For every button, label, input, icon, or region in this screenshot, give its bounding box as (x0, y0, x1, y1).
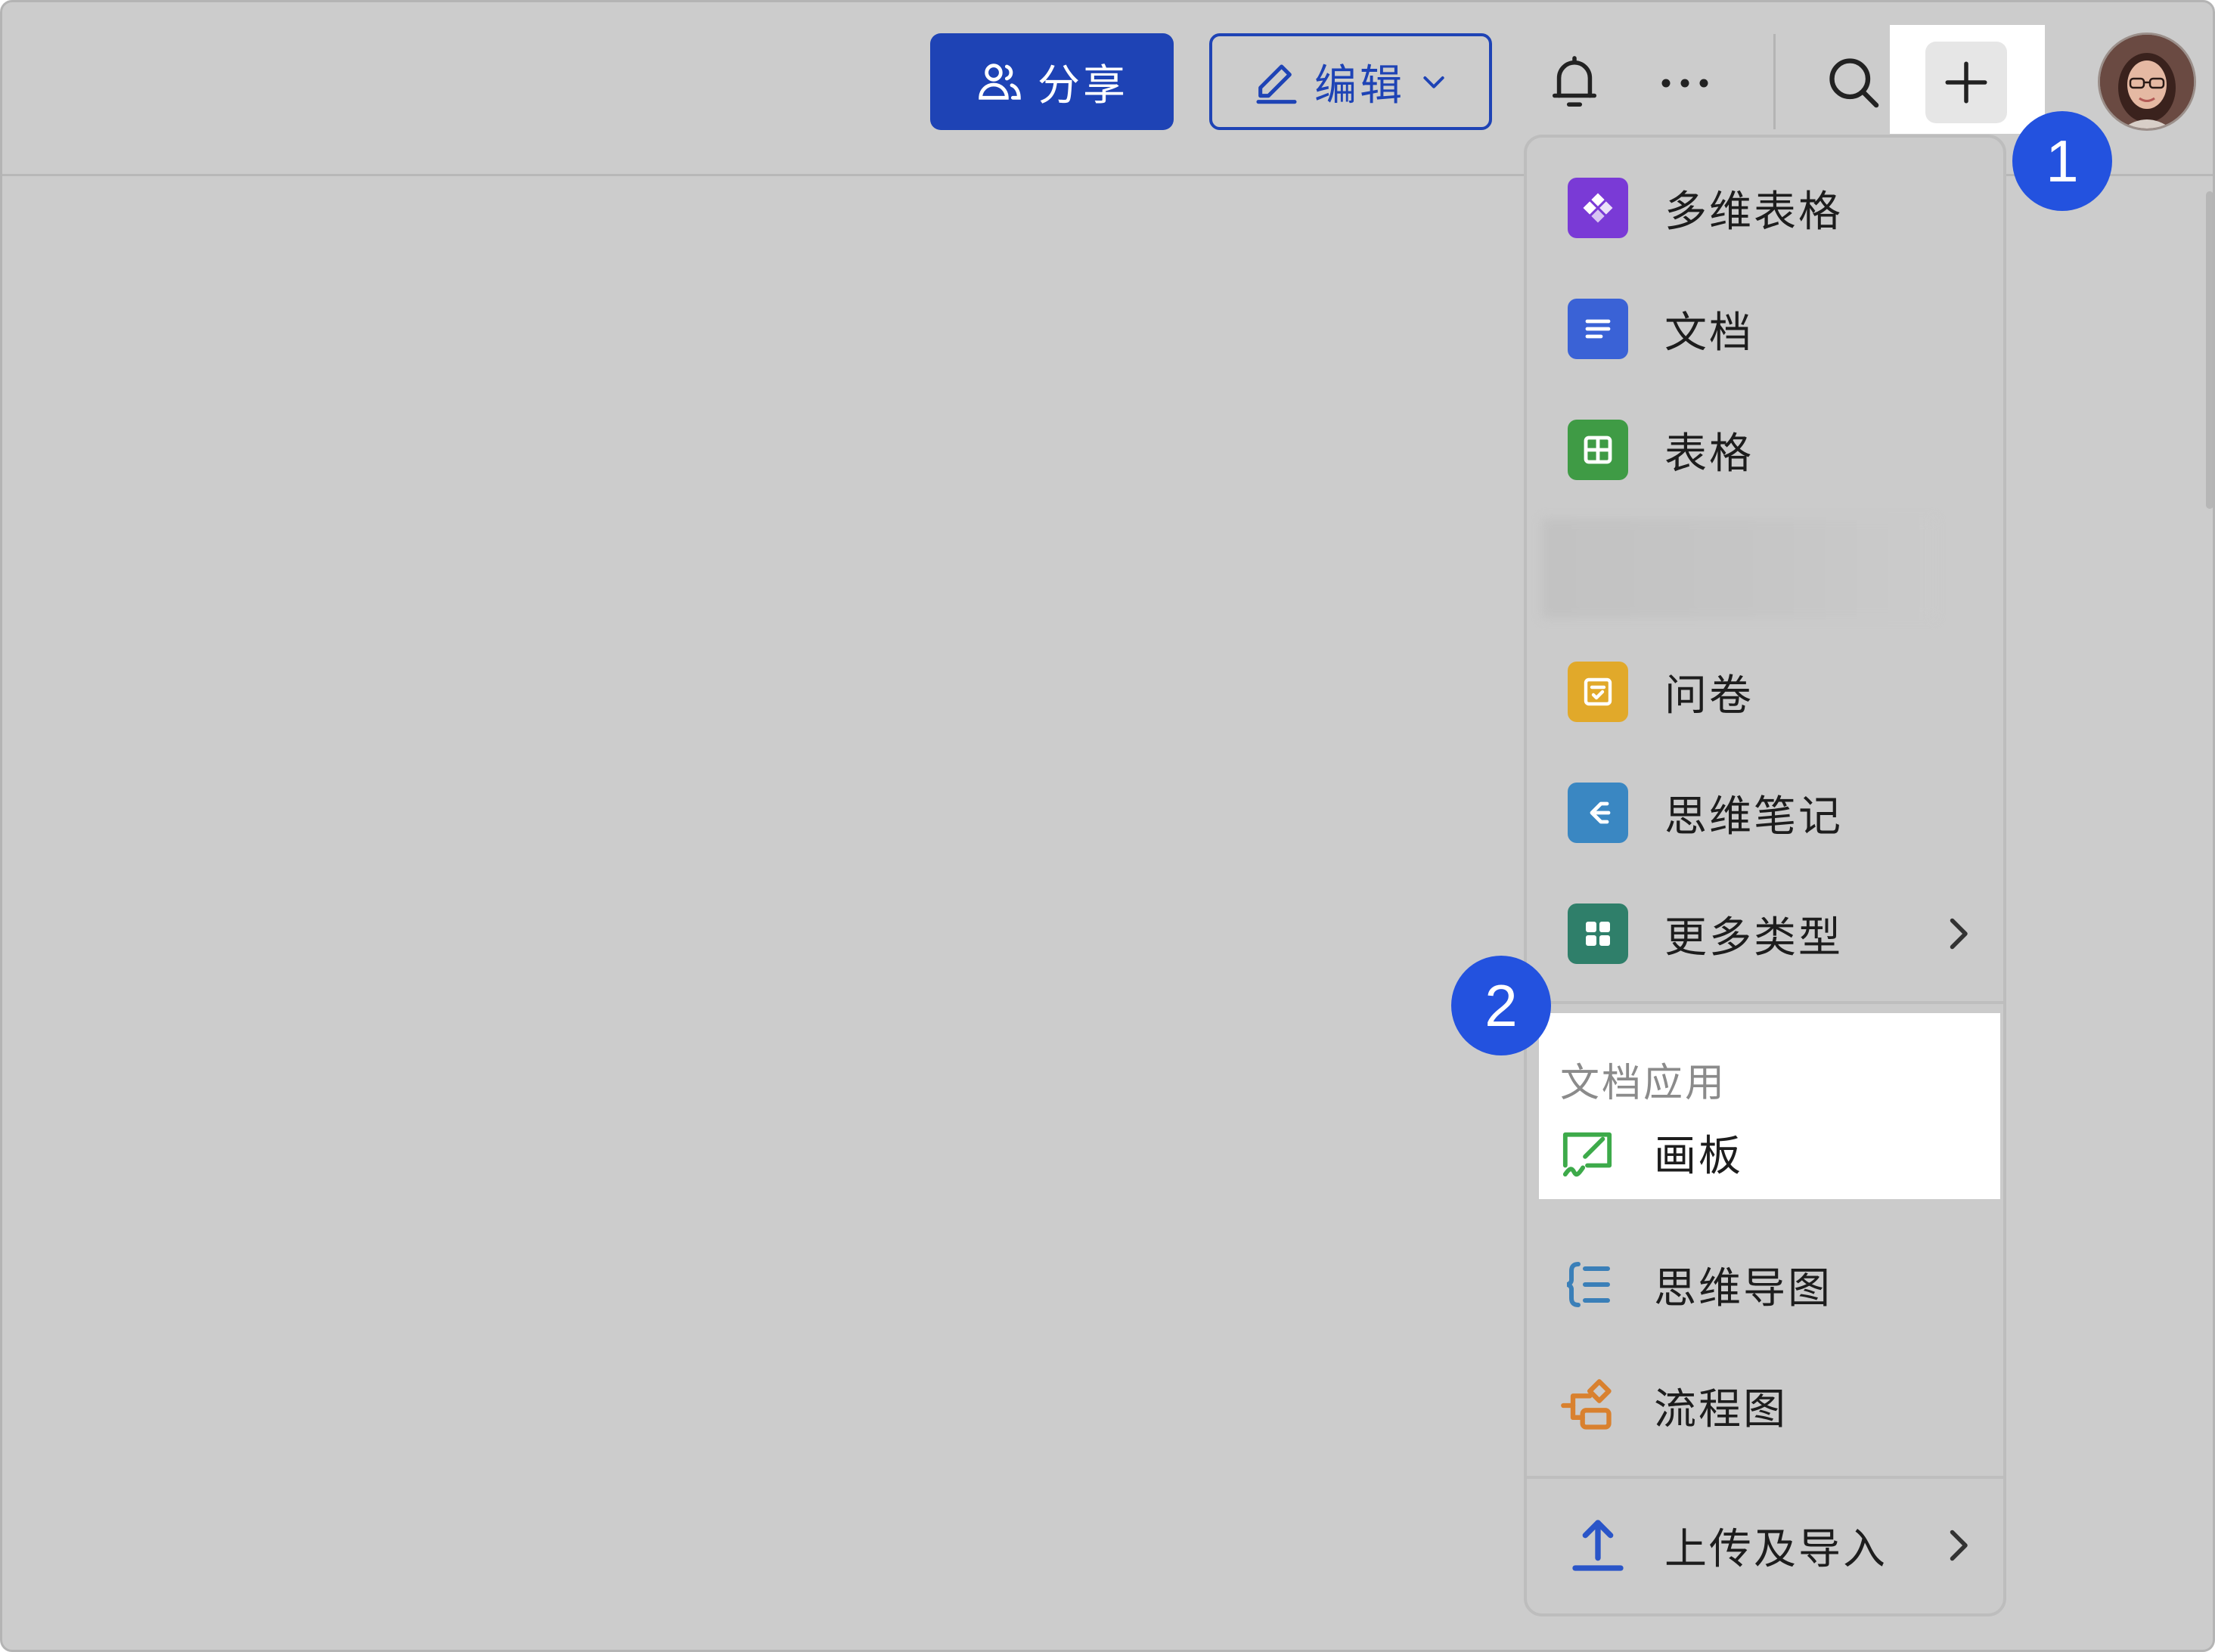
menu-item-label: 画板 (1654, 1131, 1743, 1181)
menu-item-sheet[interactable]: 表格 (1527, 389, 2003, 510)
scrollbar[interactable] (2206, 191, 2213, 509)
menu-item-flowchart[interactable]: 流程图 (1527, 1345, 2003, 1466)
flowchart-icon (1557, 1375, 1618, 1436)
chevron-down-icon (1423, 76, 1444, 88)
menu-item-label: 思维笔记 (1664, 792, 1843, 841)
step-badge-2: 2 (1451, 956, 1551, 1055)
survey-icon (1568, 662, 1628, 722)
search-icon (1829, 58, 1879, 108)
edit-button[interactable]: 编辑 (1209, 33, 1492, 130)
share-users-icon (979, 64, 1021, 100)
avatar-image (2100, 35, 2194, 129)
mindnote-icon (1568, 783, 1628, 843)
blurred-menu-item (1542, 519, 1935, 618)
edit-label: 编辑 (1314, 60, 1405, 110)
menu-item-label: 文档 (1664, 308, 1754, 358)
pencil-icon (1256, 64, 1297, 104)
menu-item-survey[interactable]: 问卷 (1527, 631, 2003, 752)
menu-item-base[interactable]: 多维表格 (1527, 147, 2003, 268)
bell-icon (1552, 56, 1597, 107)
upload-icon (1568, 1515, 1628, 1576)
step-badge-1: 1 (2012, 111, 2112, 211)
menu-item-label: 流程图 (1654, 1384, 1788, 1434)
grid-icon (1568, 903, 1628, 964)
mindmap-icon (1557, 1254, 1618, 1315)
menu-item-label: 更多类型 (1664, 913, 1843, 962)
menu-item-more-types[interactable]: 更多类型 (1527, 873, 2003, 994)
more-icon (1661, 79, 1708, 88)
menu-item-label: 多维表格 (1664, 187, 1843, 237)
menu-item-doc[interactable]: 文档 (1527, 268, 2003, 389)
plus-icon (1945, 61, 1987, 104)
chevron-right-icon (1950, 918, 1968, 950)
sheet-icon (1568, 420, 1628, 480)
avatar[interactable] (2098, 33, 2196, 131)
whiteboard-icon (1557, 1122, 1618, 1182)
search-button[interactable] (1817, 46, 1890, 119)
base-icon (1568, 178, 1628, 238)
toolbar-divider (1773, 34, 1776, 129)
notification-button[interactable] (1542, 46, 1607, 119)
chevron-right-icon (1950, 1530, 1968, 1561)
doc-icon (1568, 299, 1628, 359)
menu-item-upload-import[interactable]: 上传及导入 (1527, 1485, 2003, 1606)
menu-item-mindnote[interactable]: 思维笔记 (1527, 752, 2003, 873)
menu-separator (1527, 1476, 2003, 1479)
more-button[interactable] (1651, 49, 1719, 117)
menu-item-label: 表格 (1664, 429, 1754, 479)
menu-item-mindmap[interactable]: 思维导图 (1527, 1224, 2003, 1345)
create-new-button[interactable] (1925, 42, 2007, 123)
menu-item-label: 问卷 (1664, 671, 1754, 721)
doc-apps-title: 文档应用 (1560, 1061, 1727, 1106)
share-label: 分享 (1038, 60, 1128, 110)
app-window: 分享 编辑 多维表格 文档 表格 问卷 思维笔记 更多类型 文档应用 画板 思维… (0, 0, 2215, 1652)
menu-item-label: 思维导图 (1654, 1263, 1832, 1313)
menu-item-label: 上传及导入 (1664, 1524, 1888, 1574)
menu-item-whiteboard[interactable]: 画板 (1527, 1105, 2003, 1199)
create-menu: 多维表格 文档 表格 问卷 思维笔记 更多类型 文档应用 画板 思维导图 流程图… (1524, 135, 2006, 1616)
menu-separator (1527, 1001, 2003, 1004)
share-button[interactable]: 分享 (930, 33, 1174, 130)
